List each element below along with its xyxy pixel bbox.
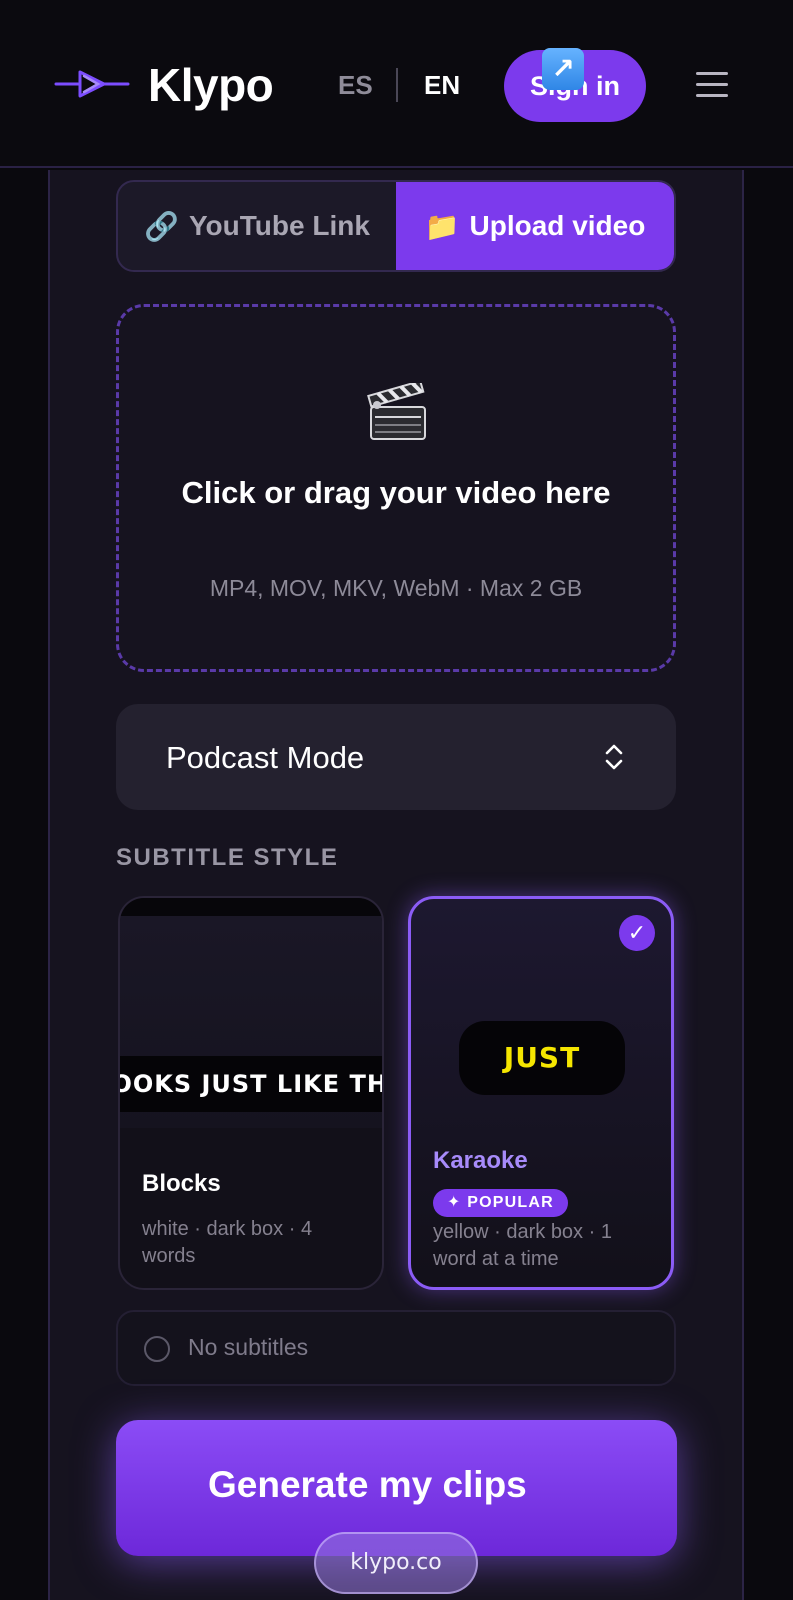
lang-divider bbox=[396, 68, 398, 102]
preview-caption: JUST bbox=[459, 1021, 625, 1095]
lang-es-link[interactable]: ES bbox=[338, 70, 373, 101]
generate-label: Generate my clips bbox=[208, 1464, 527, 1505]
tab-label: Upload video bbox=[469, 210, 646, 241]
brand-name[interactable]: Klypo bbox=[148, 58, 274, 112]
folder-icon: 📁 bbox=[424, 210, 460, 242]
style-name: Blocks bbox=[142, 1170, 221, 1197]
style-preview: LOOKS JUST LIKE THE bbox=[120, 898, 382, 1128]
site-url-badge[interactable]: klypo.co bbox=[314, 1532, 478, 1594]
chevron-up-down-icon bbox=[605, 744, 623, 770]
check-icon: ✓ bbox=[619, 915, 655, 951]
logo-icon bbox=[54, 70, 130, 98]
mode-select[interactable]: Podcast Mode bbox=[116, 704, 676, 810]
hamburger-menu-icon[interactable] bbox=[696, 72, 728, 98]
link-icon: 🔗 bbox=[144, 210, 179, 242]
source-tabs: 🔗 YouTube Link 📁 Upload video bbox=[116, 180, 676, 272]
style-card-karaoke[interactable]: ✓ JUST Karaoke ✦ POPULAR yellow · dark b… bbox=[408, 896, 674, 1290]
lang-en-link[interactable]: EN bbox=[424, 70, 460, 101]
tab-upload-video[interactable]: 📁 Upload video bbox=[396, 182, 674, 270]
no-subtitles-option[interactable]: No subtitles bbox=[116, 1310, 676, 1386]
mode-select-value: Podcast Mode bbox=[166, 740, 365, 775]
tab-label: YouTube Link bbox=[188, 210, 370, 241]
arrow-up-right-icon: ↗ bbox=[542, 48, 584, 90]
radio-icon[interactable] bbox=[144, 1336, 170, 1362]
top-nav: Klypo ES EN Sign in bbox=[0, 0, 793, 168]
dropzone-formats: MP4, MOV, MKV, WebM · Max 2 GB bbox=[209, 575, 583, 601]
clapperboard-icon bbox=[367, 383, 426, 440]
subtitle-style-heading: SUBTITLE STYLE bbox=[116, 844, 339, 871]
style-card-blocks[interactable]: LOOKS JUST LIKE THE Blocks white · dark … bbox=[118, 896, 384, 1290]
preview-caption: LOOKS JUST LIKE THE bbox=[120, 1056, 382, 1112]
popular-badge: ✦ POPULAR bbox=[433, 1189, 568, 1217]
style-description: yellow · dark box · 1 word at a time bbox=[433, 1221, 612, 1270]
no-subtitles-label: No subtitles bbox=[188, 1334, 309, 1360]
video-dropzone[interactable]: Click or drag your video here MP4, MOV, … bbox=[116, 304, 676, 672]
style-description: white · dark box · 4 words bbox=[142, 1218, 313, 1267]
style-name: Karaoke bbox=[433, 1147, 528, 1174]
dropzone-title: Click or drag your video here bbox=[181, 475, 611, 510]
tab-youtube-link[interactable]: 🔗 YouTube Link bbox=[118, 182, 396, 270]
